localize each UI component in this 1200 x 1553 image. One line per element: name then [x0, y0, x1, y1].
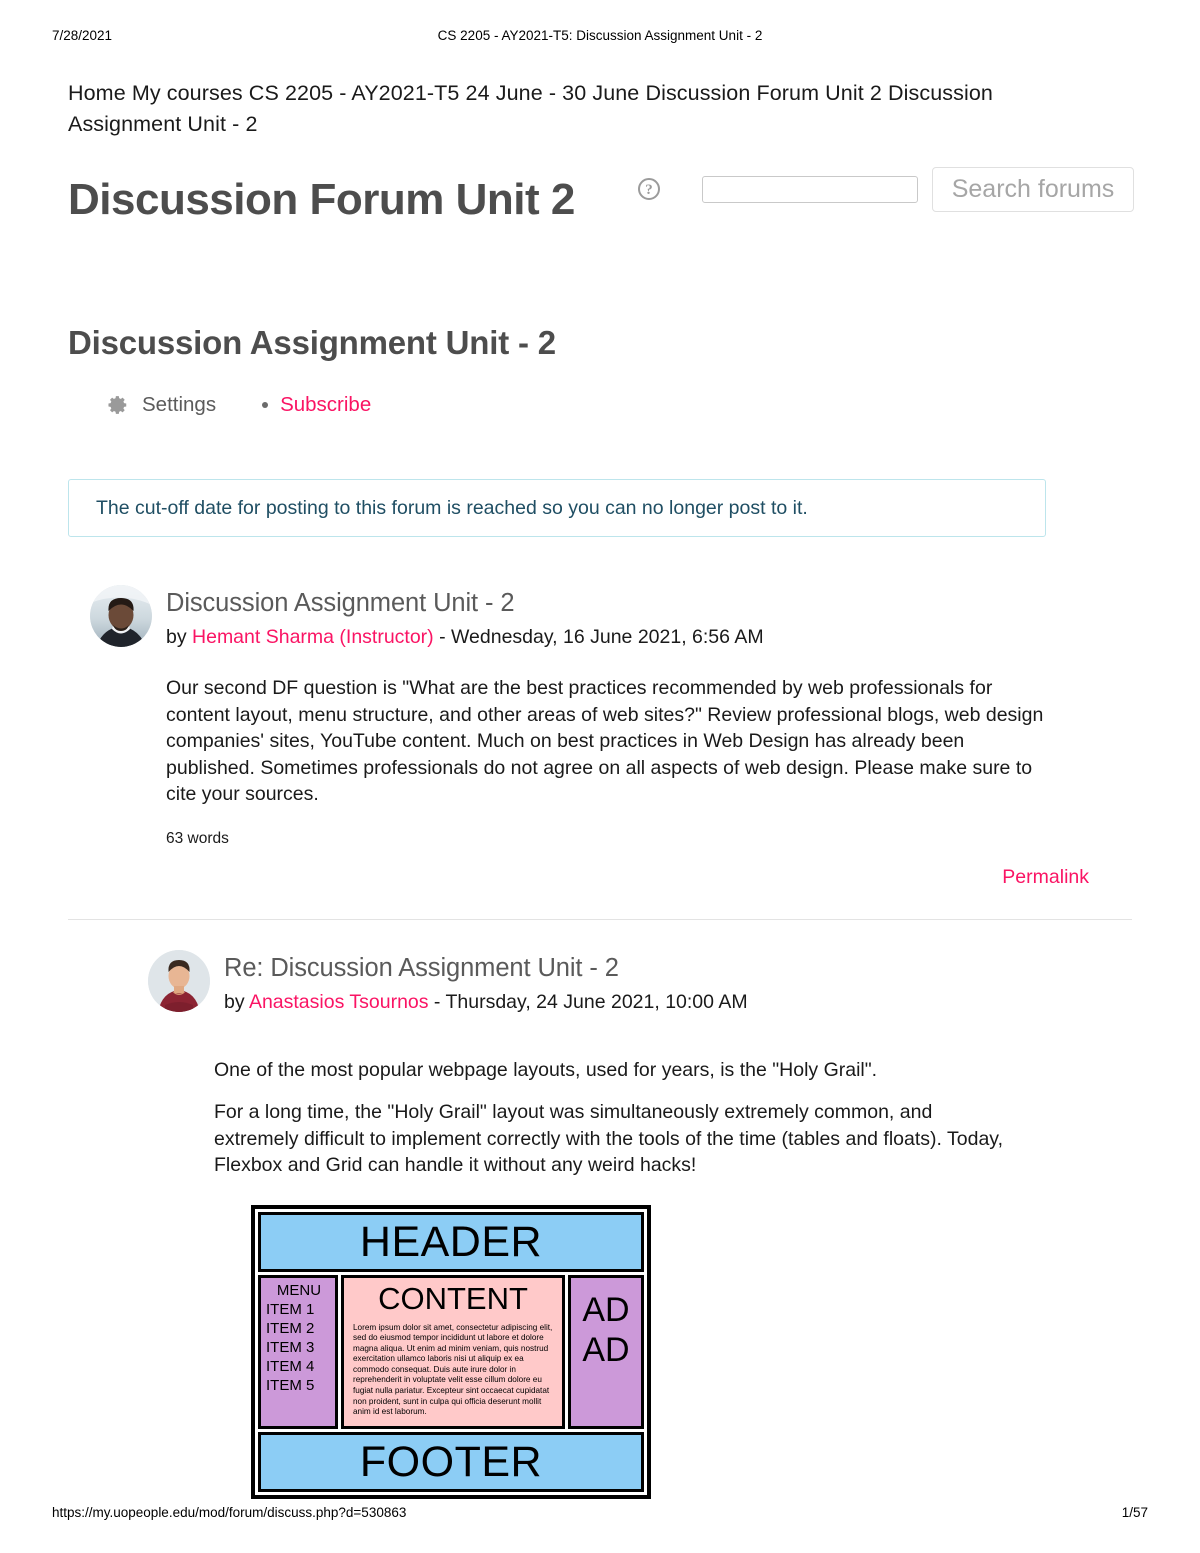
forum-search-area: ? Search forums — [638, 166, 1134, 212]
post-body: Our second DF question is "What are the … — [68, 675, 1046, 808]
page-title: Discussion Forum Unit 2 — [68, 175, 575, 224]
diagram-menu-item: ITEM 3 — [266, 1338, 315, 1356]
avatar[interactable] — [148, 949, 210, 1012]
post-byline: by Hemant Sharma (Instructor) - Wednesda… — [166, 625, 764, 650]
search-input[interactable] — [702, 175, 918, 203]
post-date: - Wednesday, 16 June 2021, 6:56 AM — [433, 626, 764, 648]
subscribe-link[interactable]: Subscribe — [280, 393, 371, 417]
diagram-ad-line: AD — [582, 1290, 630, 1329]
help-icon[interactable]: ? — [638, 178, 660, 200]
discussion-title: Discussion Assignment Unit - 2 — [68, 324, 556, 361]
breadcrumb[interactable]: Home My courses CS 2205 - AY2021-T5 24 J… — [68, 78, 1053, 140]
avatar[interactable] — [90, 585, 152, 647]
post-author-link[interactable]: Anastasios Tsournos — [249, 991, 429, 1013]
print-header-title: CS 2205 - AY2021-T5: Discussion Assignme… — [437, 28, 763, 43]
post-paragraph: For a long time, the "Holy Grail" layout… — [214, 1101, 1004, 1176]
printed-page: 7/28/2021 CS 2205 - AY2021-T5: Discussio… — [0, 0, 1200, 1553]
search-forums-button[interactable]: Search forums — [932, 166, 1134, 212]
post-paragraph: Our second DF question is "What are the … — [166, 677, 1044, 805]
diagram-menu-item: ITEM 5 — [266, 1376, 315, 1394]
post-header: Discussion Assignment Unit - 2 by Hemant… — [68, 585, 1132, 650]
diagram-content-block: CONTENT Lorem ipsum dolor sit amet, cons… — [341, 1274, 565, 1429]
forum-post-reply: Re: Discussion Assignment Unit - 2 by An… — [68, 918, 1132, 1499]
post-date: - Thursday, 24 June 2021, 10:00 AM — [428, 990, 748, 1013]
diagram-middle-row: MENU ITEM 1 ITEM 2 ITEM 3 ITEM 4 ITEM 5 … — [258, 1274, 644, 1429]
bullet-icon — [262, 402, 269, 408]
post-paragraph: One of the most popular webpage layouts,… — [214, 1058, 878, 1081]
holy-grail-layout-diagram: HEADER MENU ITEM 1 ITEM 2 ITEM 3 ITEM 4 … — [251, 1204, 651, 1499]
post-header-text: Re: Discussion Assignment Unit - 2 by An… — [224, 950, 748, 1015]
byline-prefix: by — [224, 990, 249, 1013]
diagram-menu-block: MENU ITEM 1 ITEM 2 ITEM 3 ITEM 4 ITEM 5 — [258, 1274, 338, 1429]
print-page-number: 1/57 — [1121, 1505, 1148, 1520]
post-header-text: Discussion Assignment Unit - 2 by Hemant… — [166, 585, 764, 650]
diagram-menu-item: ITEM 4 — [266, 1357, 315, 1375]
post-header: Re: Discussion Assignment Unit - 2 by An… — [126, 949, 1132, 1015]
forum-title-row: Discussion Forum Unit 2 ? Search forums — [68, 162, 1134, 294]
post-subject: Discussion Assignment Unit - 2 — [166, 589, 515, 617]
post-byline: by Anastasios Tsournos - Thursday, 24 Ju… — [224, 990, 748, 1015]
print-header: 7/28/2021 CS 2205 - AY2021-T5: Discussio… — [0, 28, 1200, 48]
diagram-menu-item: ITEM 2 — [266, 1319, 315, 1337]
diagram-menu-title: MENU — [276, 1281, 322, 1299]
permalink-link[interactable]: Permalink — [1002, 866, 1089, 888]
print-footer-url: https://my.uopeople.edu/mod/forum/discus… — [52, 1505, 407, 1520]
diagram-content-title: CONTENT — [378, 1280, 528, 1316]
print-footer: https://my.uopeople.edu/mod/forum/discus… — [0, 1505, 1200, 1523]
post-wordcount: 63 words — [166, 829, 229, 847]
diagram-ad-block: AD AD — [568, 1274, 644, 1429]
cutoff-alert-text: The cut-off date for posting to this for… — [96, 496, 808, 519]
byline-prefix: by — [166, 626, 193, 648]
page-content: Home My courses CS 2205 - AY2021-T5 24 J… — [68, 78, 1134, 1499]
diagram-footer-block: FOOTER — [258, 1431, 644, 1492]
post-subject: Re: Discussion Assignment Unit - 2 — [224, 953, 619, 982]
diagram-content-body: Lorem ipsum dolor sit amet, consectetur … — [353, 1322, 553, 1417]
diagram-ad-line: AD — [582, 1330, 630, 1369]
gear-icon[interactable] — [107, 394, 129, 416]
forum-actions: Settings Subscribe — [68, 390, 1132, 420]
post-links-row: Permalink — [68, 866, 1132, 889]
post-author-link[interactable]: Hemant Sharma (Instructor) — [192, 626, 434, 648]
settings-label[interactable]: Settings — [142, 393, 216, 417]
post-body: One of the most popular webpage layouts,… — [126, 1057, 1004, 1499]
diagram-menu-item: ITEM 1 — [266, 1300, 315, 1318]
diagram-header-block: HEADER — [258, 1211, 644, 1272]
cutoff-alert: The cut-off date for posting to this for… — [68, 479, 1046, 537]
forum-post-original: Discussion Assignment Unit - 2 by Hemant… — [68, 585, 1132, 889]
